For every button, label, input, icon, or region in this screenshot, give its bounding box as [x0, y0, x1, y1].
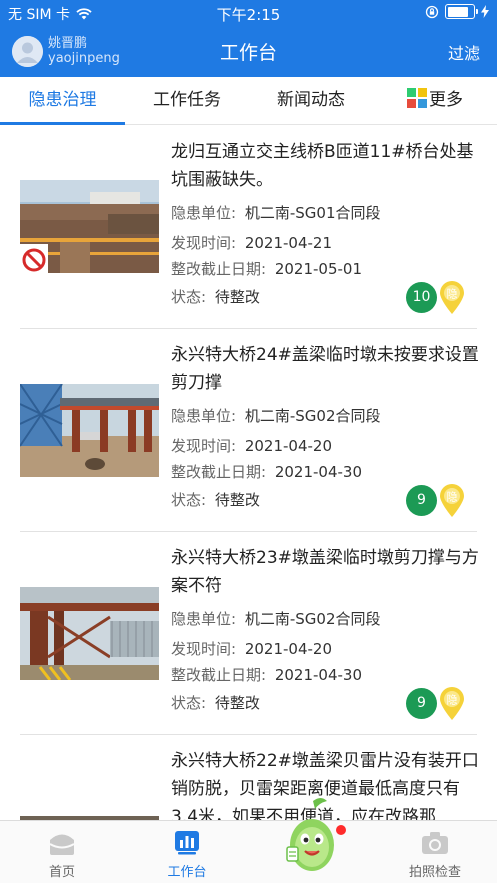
charging-icon [481, 5, 489, 18]
hazard-unit-row: 隐患单位: 机二南-SG02合同段 [171, 406, 381, 426]
hazard-card[interactable]: 永兴特大桥23#墩盖梁临时墩剪刀撑与方案不符 隐患单位: 机二南-SG02合同段… [0, 532, 497, 735]
bottom-tab-workbench[interactable]: 工作台 [137, 821, 237, 883]
field-label-found: 发现时间: [171, 234, 237, 252]
bottom-tab-workbench-label: 工作台 [167, 865, 207, 880]
field-label-found: 发现时间: [171, 640, 237, 658]
tab-more-label: 更多 [429, 90, 463, 110]
header: 无 SIM 卡 下午2:15 姚晋鹏 yaojinpeng 工作台 过滤 [0, 0, 497, 77]
count-badge[interactable]: 9 [406, 688, 437, 719]
count-badge[interactable]: 10 [406, 282, 437, 313]
hazard-unit-row: 隐患单位: 机二南-SG01合同段 [171, 203, 381, 223]
status-bar: 无 SIM 卡 下午2:15 [0, 0, 497, 26]
hazard-deadline: 2021-05-01 [274, 260, 363, 278]
hazard-title: 永兴特大桥23#墩盖梁临时墩剪刀撑与方案不符 [171, 548, 479, 596]
hazard-status-row: 状态: 待整改 [171, 693, 260, 713]
field-label-status: 状态: [171, 694, 207, 712]
field-label-deadline: 整改截止日期: [171, 666, 267, 684]
hazard-photo [20, 587, 159, 680]
notification-dot [336, 825, 346, 835]
field-label-unit: 隐患单位: [171, 204, 237, 222]
battery-icon [445, 4, 478, 19]
tab-bar: 隐患治理 工作任务 新闻动态 更多 [0, 77, 497, 125]
hazard-card[interactable]: 永兴特大桥22#墩盖梁贝雷片没有装开口销防脱，贝雷架距离便道最低高度只有3.4米… [0, 735, 497, 820]
active-tab-indicator [0, 122, 125, 125]
hazard-status: 待整改 [214, 694, 260, 712]
field-label-deadline: 整改截止日期: [171, 463, 267, 481]
hazard-found-date: 2021-04-20 [244, 437, 333, 455]
field-label-status: 状态: [171, 491, 207, 509]
hazard-card[interactable]: 永兴特大桥24#盖梁临时墩未按要求设置剪刀撑 隐患单位: 机二南-SG02合同段… [0, 329, 497, 532]
hazard-deadline-row: 整改截止日期: 2021-05-01 [171, 259, 362, 279]
hazard-unit: 机二南-SG01合同段 [244, 204, 381, 222]
tab-work-tasks-label: 工作任务 [153, 90, 221, 110]
hazard-card[interactable]: 龙归互通立交主线桥B匝道11#桥台处基坑围蔽缺失。 隐患单位: 机二南-SG01… [0, 126, 497, 329]
tab-news[interactable]: 新闻动态 [249, 77, 373, 123]
tab-hazard[interactable]: 隐患治理 [0, 77, 125, 123]
hazard-title: 龙归互通立交主线桥B匝道11#桥台处基坑围蔽缺失。 [171, 142, 474, 190]
hazard-found-row: 发现时间: 2021-04-21 [171, 233, 332, 253]
status-right [425, 4, 489, 19]
hazard-photo [20, 180, 159, 273]
hazard-deadline-row: 整改截止日期: 2021-04-30 [171, 462, 362, 482]
mascot-icon[interactable] [283, 795, 341, 877]
camera-icon [422, 832, 448, 854]
status-time: 下午2:15 [216, 6, 281, 24]
more-grid-icon [407, 88, 427, 108]
hazard-status: 待整改 [214, 491, 260, 509]
hazard-deadline-row: 整改截止日期: 2021-04-30 [171, 665, 362, 685]
field-label-unit: 隐患单位: [171, 610, 237, 628]
bottom-tab-home[interactable]: 首页 [12, 821, 112, 883]
hazard-found-row: 发现时间: 2021-04-20 [171, 436, 332, 456]
field-label-unit: 隐患单位: [171, 407, 237, 425]
hazard-photo [20, 384, 159, 477]
field-label-deadline: 整改截止日期: [171, 260, 267, 278]
hazard-found-date: 2021-04-20 [244, 640, 333, 658]
bottom-nav: 首页 工作台 拍照检查 [0, 820, 497, 883]
nav-bar: 姚晋鹏 yaojinpeng 工作台 过滤 [0, 28, 497, 74]
tab-news-label: 新闻动态 [277, 90, 345, 110]
hazard-found-row: 发现时间: 2021-04-20 [171, 639, 332, 659]
hazard-pin-icon[interactable]: 隐 [438, 484, 466, 518]
hazard-status-row: 状态: 待整改 [171, 490, 260, 510]
hazard-unit: 机二南-SG02合同段 [244, 407, 381, 425]
tab-hazard-label: 隐患治理 [28, 90, 97, 110]
bottom-tab-home-label: 首页 [48, 865, 75, 880]
pin-label: 隐 [447, 491, 458, 504]
field-label-status: 状态: [171, 288, 207, 306]
app-root: 无 SIM 卡 下午2:15 姚晋鹏 yaojinpeng 工作台 过滤 隐患治… [0, 0, 497, 883]
hazard-deadline: 2021-04-30 [274, 463, 363, 481]
hazard-deadline: 2021-04-30 [274, 666, 363, 684]
bottom-tab-photo-check[interactable]: 拍照检查 [385, 821, 485, 883]
tab-more[interactable]: 更多 [373, 77, 497, 123]
hazard-unit-row: 隐患单位: 机二南-SG02合同段 [171, 609, 381, 629]
workbench-icon [175, 831, 199, 855]
rotation-lock-icon [425, 5, 439, 18]
home-icon [49, 834, 75, 855]
hazard-title: 永兴特大桥24#盖梁临时墩未按要求设置剪刀撑 [171, 345, 479, 393]
hazard-status: 待整改 [214, 288, 260, 306]
count-badge[interactable]: 9 [406, 485, 437, 516]
hazard-unit: 机二南-SG02合同段 [244, 610, 381, 628]
hazard-list: 龙归互通立交主线桥B匝道11#桥台处基坑围蔽缺失。 隐患单位: 机二南-SG01… [0, 126, 497, 820]
field-label-found: 发现时间: [171, 437, 237, 455]
tab-work-tasks[interactable]: 工作任务 [125, 77, 249, 123]
bottom-tab-photo-check-label: 拍照检查 [408, 865, 461, 880]
hazard-found-date: 2021-04-21 [244, 234, 333, 252]
page-title: 工作台 [219, 42, 277, 64]
filter-button[interactable]: 过滤 [448, 40, 480, 64]
pin-label: 隐 [447, 288, 458, 301]
pin-label: 隐 [447, 694, 458, 707]
hazard-pin-icon[interactable]: 隐 [438, 687, 466, 721]
hazard-status-row: 状态: 待整改 [171, 287, 260, 307]
hazard-pin-icon[interactable]: 隐 [438, 281, 466, 315]
